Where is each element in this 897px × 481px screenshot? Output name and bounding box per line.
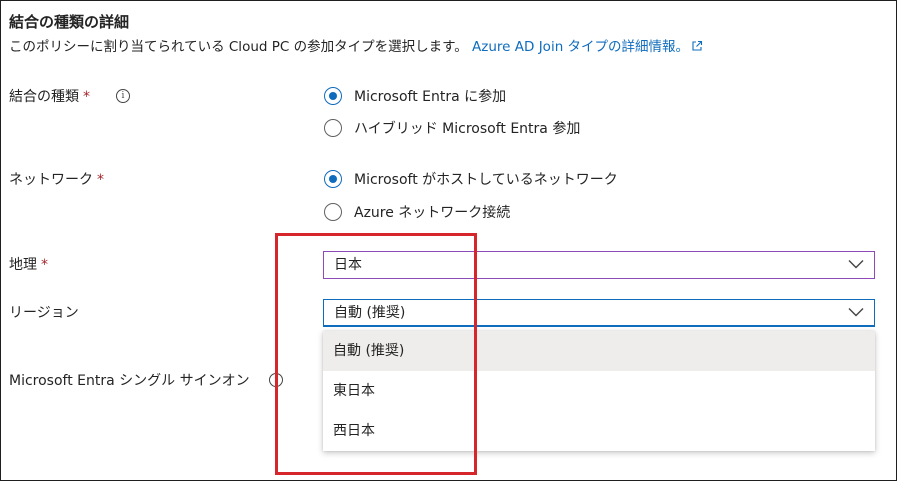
dropdown-option-japan-east[interactable]: 東日本	[323, 371, 875, 411]
radio-entra-join[interactable]: Microsoft Entra に参加	[324, 86, 506, 106]
region-dropdown-list: 自動 (推奨) 東日本 西日本	[323, 331, 875, 451]
radio-label: Azure ネットワーク接続	[354, 205, 511, 221]
radio-label: Microsoft がホストしているネットワーク	[354, 172, 618, 188]
chevron-down-icon	[848, 308, 864, 317]
geography-label-text: 地理	[9, 257, 37, 273]
radio-label: ハイブリッド Microsoft Entra 参加	[354, 121, 581, 137]
learn-more-link-text: Azure AD Join タイプの詳細情報。	[472, 39, 690, 55]
required-asterisk: *	[97, 172, 104, 188]
dropdown-option-japan-west[interactable]: 西日本	[323, 411, 875, 451]
sso-label: Microsoft Entra シングル サインオン	[9, 373, 250, 389]
radio-hybrid-entra-join[interactable]: ハイブリッド Microsoft Entra 参加	[324, 118, 580, 138]
radio-label: Microsoft Entra に参加	[354, 89, 507, 105]
geography-select[interactable]: 日本	[323, 251, 875, 279]
required-asterisk: *	[41, 257, 48, 273]
learn-more-link[interactable]: Azure AD Join タイプの詳細情報。	[472, 39, 703, 55]
description-text: このポリシーに割り当てられている Cloud PC の参加タイプを選択します。	[9, 39, 468, 55]
radio-button-checked[interactable]	[324, 170, 342, 188]
external-link-icon	[692, 40, 703, 51]
join-type-label: 結合の種類 *	[9, 86, 90, 106]
required-asterisk: *	[83, 89, 90, 105]
dropdown-option-auto[interactable]: 自動 (推奨)	[323, 331, 875, 371]
network-label-text: ネットワーク	[9, 172, 93, 188]
radio-button[interactable]	[324, 119, 342, 137]
region-select[interactable]: 自動 (推奨)	[323, 299, 875, 327]
chevron-down-icon	[848, 260, 864, 269]
network-label: ネットワーク *	[9, 169, 104, 189]
geography-value: 日本	[334, 257, 362, 273]
radio-button[interactable]	[324, 203, 342, 221]
section-description: このポリシーに割り当てられている Cloud PC の参加タイプを選択します。 …	[9, 35, 703, 55]
radio-azure-network-connection[interactable]: Azure ネットワーク接続	[324, 202, 510, 222]
radio-microsoft-hosted-network[interactable]: Microsoft がホストしているネットワーク	[324, 169, 618, 189]
join-type-label-text: 結合の種類	[9, 89, 79, 105]
info-icon[interactable]: i	[269, 373, 283, 387]
info-icon[interactable]: i	[116, 89, 130, 103]
section-title: 結合の種類の詳細	[9, 13, 130, 31]
geography-label: 地理 *	[9, 254, 48, 274]
radio-button-checked[interactable]	[324, 87, 342, 105]
region-label: リージョン	[9, 305, 79, 321]
region-value: 自動 (推奨)	[334, 305, 406, 321]
